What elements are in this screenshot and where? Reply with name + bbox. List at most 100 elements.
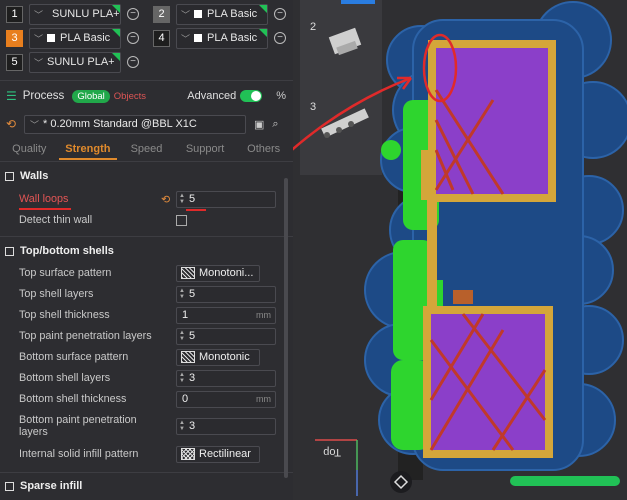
select-value: Monotoni... [199, 267, 254, 279]
option-label: Bottom paint penetration layers [19, 414, 137, 438]
preset-select[interactable]: ﹀ * 0.20mm Standard @BBL X1C [24, 114, 246, 134]
filament-slot-2[interactable]: 2 ﹀ PLA Basic − [153, 3, 286, 25]
remove-filament-icon[interactable]: − [127, 8, 139, 20]
process-title: Process [22, 90, 65, 102]
reset-icon[interactable]: ⟲ [6, 117, 24, 131]
chevron-down-icon: ﹀ [34, 33, 44, 44]
spin-value: 3 [189, 372, 196, 384]
spin-value: 3 [189, 420, 196, 432]
global-toggle[interactable]: Global [72, 89, 110, 103]
advanced-switch[interactable] [240, 90, 263, 102]
internal-solid-pattern-select[interactable]: Rectilinear [176, 445, 260, 463]
remove-filament-icon[interactable]: − [127, 32, 139, 44]
lower-part [423, 306, 553, 458]
filament-slot-1[interactable]: 1 ﹀ SUNLU PLA+ − [6, 3, 139, 25]
divider [0, 80, 293, 81]
option-label: Top shell layers [19, 288, 94, 300]
remove-filament-icon[interactable]: − [274, 32, 286, 44]
tab-speed[interactable]: Speed [117, 140, 176, 160]
tab-strength[interactable]: Strength [58, 140, 118, 160]
detect-thin-wall-checkbox[interactable] [176, 214, 187, 226]
option-bottom-shell-layers: Bottom shell layers ▲ ▼ 3 [19, 369, 281, 387]
pattern-icon [181, 448, 195, 460]
section-icon [5, 481, 14, 491]
filament-slot-5[interactable]: 5 ﹀ SUNLU PLA+ − [6, 51, 139, 73]
chevron-down-icon: ﹀ [30, 119, 40, 130]
percent-icon[interactable]: % [276, 90, 286, 102]
filament-edit-corner [112, 28, 120, 37]
color-swatch [194, 10, 203, 18]
section-icon [5, 246, 14, 256]
filament-edit-corner [112, 52, 120, 61]
connector-wall [427, 195, 437, 320]
chevron-down-icon: ﹀ [34, 9, 44, 20]
tab-others[interactable]: Others [234, 140, 293, 160]
scrollbar[interactable] [284, 178, 288, 478]
option-label: Top surface pattern [19, 267, 112, 279]
reset-value-icon[interactable]: ⟲ [161, 193, 170, 206]
filament-select[interactable]: ﹀ PLA Basic [29, 27, 121, 49]
option-top-paint-penetration: Top paint penetration layers ▲ ▼ 5 [19, 327, 281, 345]
tab-quality[interactable]: Quality [0, 140, 59, 160]
save-icon[interactable]: ▣ [254, 118, 264, 131]
filament-name: PLA Basic [207, 32, 258, 44]
filament-number: 3 [6, 29, 23, 47]
section-top-bottom-shells: Top/bottom shells [5, 245, 114, 257]
spin-arrows-icon[interactable]: ▲ ▼ [177, 288, 187, 300]
chevron-down-icon: ﹀ [181, 9, 191, 20]
3d-viewport[interactable]: 2 3 Top [244, 0, 627, 500]
spin-arrows-icon[interactable]: ▲ ▼ [177, 193, 187, 205]
filament-number: 5 [6, 53, 23, 71]
settings-panel: 1 ﹀ SUNLU PLA+ − 2 ﹀ PLA Basic − 3 ﹀ PLA… [0, 0, 293, 500]
chevron-down-icon: ﹀ [181, 33, 191, 44]
filament-name: PLA Basic [60, 32, 111, 44]
option-label: Bottom shell thickness [19, 393, 127, 405]
spin-value: 5 [189, 330, 196, 342]
option-bottom-paint-penetration: Bottom paint penetration layers ▲ ▼ 3 [19, 413, 281, 439]
filament-select[interactable]: ﹀ PLA Basic [176, 3, 268, 25]
option-label: Internal solid infill pattern [19, 448, 139, 460]
camera-view-icon[interactable] [390, 471, 412, 493]
top-shell-layers-stepper[interactable]: ▲ ▼ 5 [176, 285, 276, 303]
section-icon [5, 171, 14, 181]
section-sparse-infill: Sparse infill [5, 480, 82, 492]
wall-loops-stepper[interactable]: ▲ ▼ 5 [176, 190, 276, 208]
search-icon[interactable]: ⌕ [272, 118, 278, 131]
option-label: Bottom surface pattern [19, 351, 129, 363]
filament-number: 4 [153, 29, 170, 47]
plate-3-label: 3 [310, 101, 316, 113]
spin-arrows-icon[interactable]: ▲ ▼ [177, 330, 187, 342]
remove-filament-icon[interactable]: − [274, 8, 286, 20]
option-label: Top paint penetration layers [19, 330, 152, 342]
bottom-surface-pattern-select[interactable]: Monotonic [176, 348, 260, 366]
remove-filament-icon[interactable]: − [127, 56, 139, 68]
filament-slot-4[interactable]: 4 ﹀ PLA Basic − [153, 27, 286, 49]
option-top-surface-pattern: Top surface pattern Monotoni... [19, 264, 281, 282]
select-value: Monotonic [199, 351, 250, 363]
option-internal-solid-infill: Internal solid infill pattern Rectilinea… [19, 445, 281, 463]
filament-number: 2 [153, 5, 170, 23]
preset-name: * 0.20mm Standard @BBL X1C [43, 118, 197, 130]
top-shell-thickness-input[interactable]: 1 mm [176, 306, 276, 324]
option-label: Detect thin wall [19, 214, 93, 226]
tab-support[interactable]: Support [176, 140, 235, 160]
filament-select[interactable]: ﹀ SUNLU PLA+ [29, 51, 121, 73]
spin-arrows-icon[interactable]: ▲ ▼ [177, 372, 187, 384]
filament-slot-3[interactable]: 3 ﹀ PLA Basic − [6, 27, 139, 49]
plate-selected-indicator [341, 0, 375, 4]
filament-select[interactable]: ﹀ SUNLU PLA+ [29, 3, 121, 25]
top-surface-pattern-select[interactable]: Monotoni... [176, 264, 260, 282]
option-top-shell-thickness: Top shell thickness 1 mm [19, 306, 281, 324]
objects-toggle[interactable]: Objects [110, 90, 150, 103]
spin-arrows-icon[interactable]: ▲ ▼ [177, 420, 187, 432]
slice-progress-bar [510, 476, 620, 486]
bottom-paint-stepper[interactable]: ▲ ▼ 3 [176, 417, 276, 435]
filament-select[interactable]: ﹀ PLA Basic [176, 27, 268, 49]
spin-value: 5 [189, 288, 196, 300]
bottom-shell-layers-stepper[interactable]: ▲ ▼ 3 [176, 369, 276, 387]
bottom-shell-thickness-input[interactable]: 0 mm [176, 390, 276, 408]
preset-row: ⟲ ﹀ * 0.20mm Standard @BBL X1C ▣ ⌕ [6, 114, 288, 134]
option-wall-loops: Wall loops ⟲ ▲ ▼ 5 [19, 190, 281, 208]
plate-2-label: 2 [310, 21, 316, 33]
top-paint-stepper[interactable]: ▲ ▼ 5 [176, 327, 276, 345]
